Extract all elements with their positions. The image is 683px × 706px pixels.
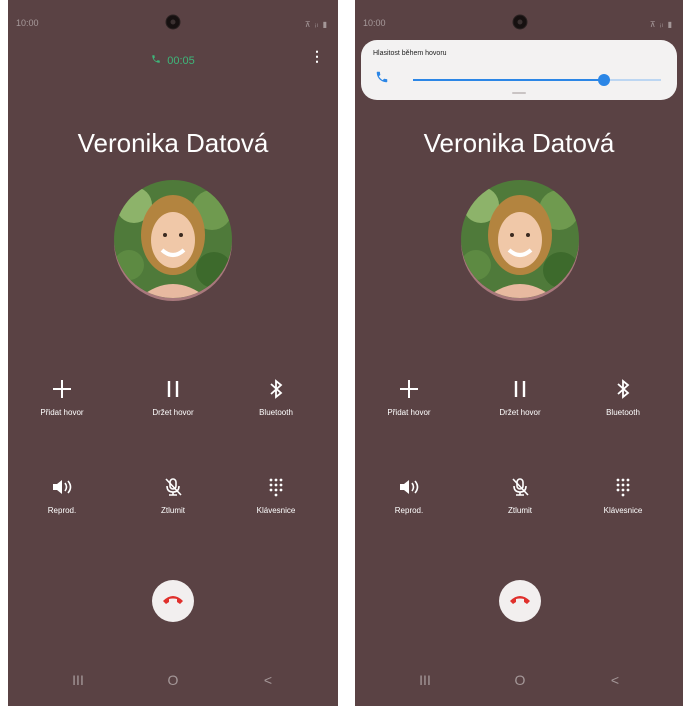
status-icons: ⊼ ᵢₗ ▮ — [304, 20, 328, 29]
recent-apps-button[interactable]: III — [72, 672, 84, 688]
bluetooth-icon — [575, 378, 671, 404]
bluetooth-button[interactable]: Bluetooth — [228, 378, 324, 417]
end-call-icon — [509, 592, 531, 610]
status-time: 10:00 — [16, 18, 39, 28]
mute-button[interactable]: Ztlumit — [472, 476, 568, 515]
more-vertical-icon[interactable]: ⋮ — [310, 48, 324, 65]
volume-panel: Hlasitost během hovoru — [361, 40, 677, 100]
pause-icon — [125, 378, 221, 404]
back-button[interactable]: < — [264, 672, 272, 688]
navigation-bar: III O < — [355, 672, 683, 692]
end-call-button[interactable] — [499, 580, 541, 622]
volume-panel-handle[interactable] — [512, 92, 526, 94]
volume-slider-thumb[interactable] — [597, 74, 610, 86]
call-duration: 00:05 — [167, 55, 195, 67]
navigation-bar: III O < — [8, 672, 338, 692]
phone-icon — [151, 54, 161, 67]
speaker-button[interactable]: Reprod. — [361, 476, 457, 515]
end-call-icon — [162, 592, 184, 610]
hold-call-button[interactable]: Držet hovor — [125, 378, 221, 417]
hold-call-button[interactable]: Držet hovor — [472, 378, 568, 417]
mute-label: Ztlumit — [161, 506, 185, 515]
add-call-label: Přidat hovor — [387, 408, 431, 417]
keypad-label: Klávesnice — [603, 506, 643, 515]
keypad-button[interactable]: Klávesnice — [228, 476, 324, 515]
back-button[interactable]: < — [611, 672, 619, 688]
speaker-label: Reprod. — [47, 506, 77, 515]
end-call-button[interactable] — [152, 580, 194, 622]
speaker-label: Reprod. — [394, 506, 424, 515]
speaker-icon — [14, 476, 110, 502]
front-camera — [166, 15, 180, 29]
keypad-button[interactable]: Klávesnice — [575, 476, 671, 515]
phone-volume-icon — [375, 70, 389, 89]
contact-name: Veronika Datová — [77, 128, 269, 158]
add-call-button[interactable]: Přidat hovor — [361, 378, 457, 417]
bluetooth-label: Bluetooth — [606, 408, 640, 417]
volume-panel-title: Hlasitost během hovoru — [373, 50, 447, 57]
home-button[interactable]: O — [515, 672, 526, 688]
mute-label: Ztlumit — [508, 506, 532, 515]
recent-apps-button[interactable]: III — [419, 672, 431, 688]
hold-call-label: Držet hovor — [152, 408, 194, 417]
mute-button[interactable]: Ztlumit — [125, 476, 221, 515]
call-screen-right: 10:00 ⊼ ᵢₗ ▮ Hlasitost během hovoru Vero… — [355, 0, 683, 706]
speaker-button[interactable]: Reprod. — [14, 476, 110, 515]
bluetooth-button[interactable]: Bluetooth — [575, 378, 671, 417]
status-time: 10:00 — [363, 18, 386, 28]
call-timer: 00:05 — [8, 54, 338, 67]
keypad-icon — [575, 476, 671, 502]
bluetooth-icon — [228, 378, 324, 404]
mute-mic-icon — [472, 476, 568, 502]
contact-avatar — [461, 180, 579, 298]
plus-icon — [361, 378, 457, 404]
keypad-icon — [228, 476, 324, 502]
speaker-icon — [361, 476, 457, 502]
bluetooth-label: Bluetooth — [259, 408, 293, 417]
add-call-button[interactable]: Přidat hovor — [14, 378, 110, 417]
call-screen-left: 10:00 ⊼ ᵢₗ ▮ 00:05 ⋮ Veronika Datová Při… — [8, 0, 338, 706]
mute-mic-icon — [125, 476, 221, 502]
plus-icon — [14, 378, 110, 404]
volume-slider[interactable] — [413, 74, 661, 86]
front-camera — [513, 15, 527, 29]
home-button[interactable]: O — [168, 672, 179, 688]
status-icons: ⊼ ᵢₗ ▮ — [649, 20, 673, 29]
contact-avatar — [114, 180, 232, 298]
add-call-label: Přidat hovor — [40, 408, 84, 417]
volume-slider-fill — [413, 79, 604, 81]
pause-icon — [472, 378, 568, 404]
hold-call-label: Držet hovor — [499, 408, 541, 417]
contact-name: Veronika Datová — [423, 128, 615, 158]
keypad-label: Klávesnice — [256, 506, 296, 515]
